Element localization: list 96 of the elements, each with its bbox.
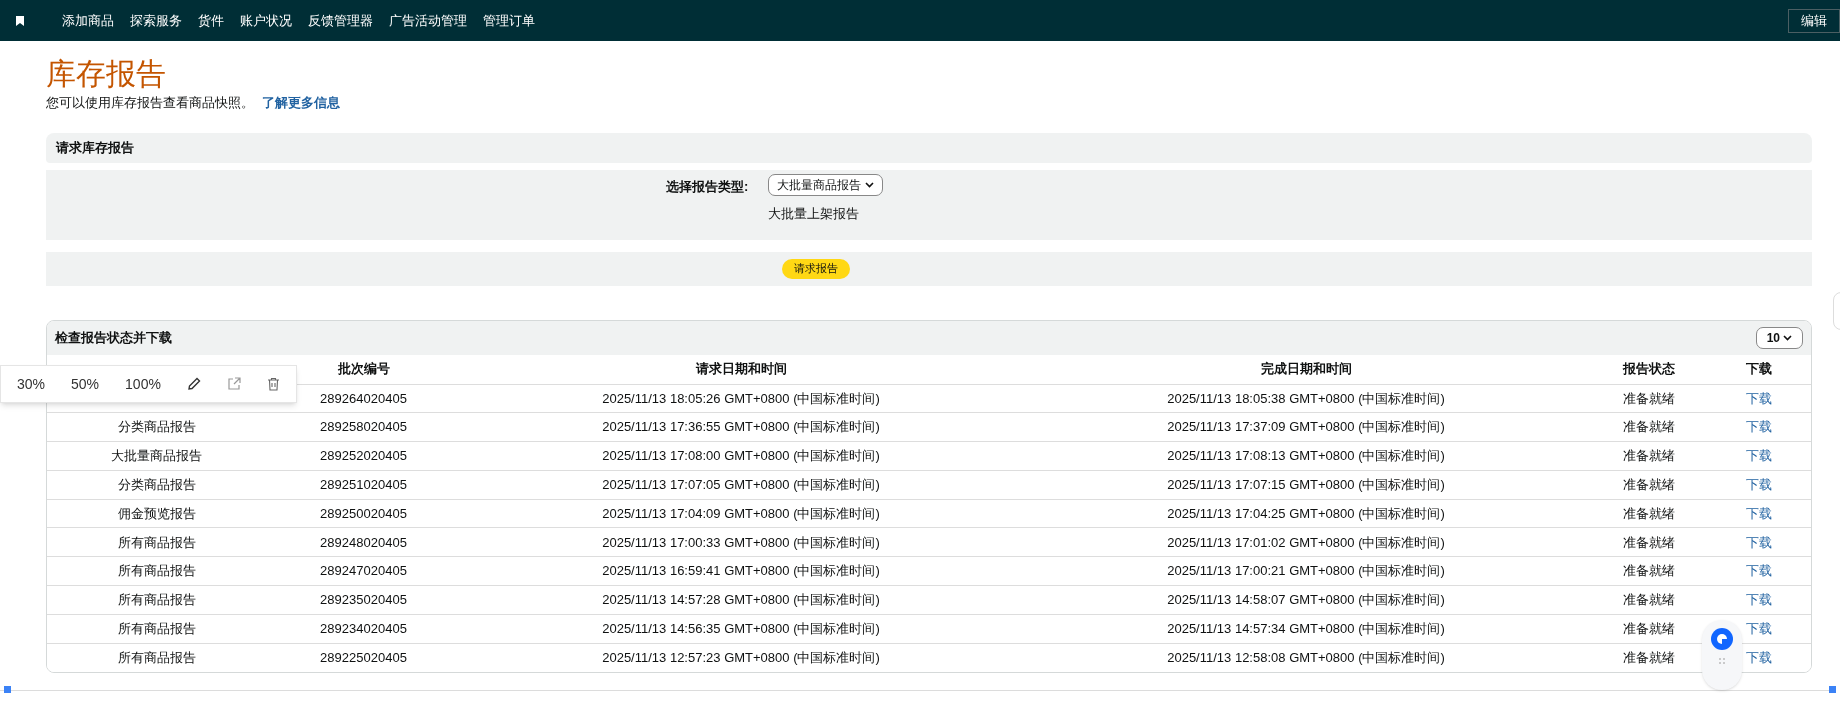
column-header: 报告状态 xyxy=(1621,360,1676,379)
download-link[interactable]: 下载 xyxy=(1745,390,1772,406)
nav-link[interactable]: 账户状况 xyxy=(240,10,292,31)
table-cell: 所有商品报告 xyxy=(117,534,196,550)
nav-link[interactable]: 广告活动管理 xyxy=(389,10,467,31)
drag-handle-icon[interactable] xyxy=(1719,658,1725,664)
table-cell: 准备就绪 xyxy=(1622,592,1675,608)
table-cell: 准备就绪 xyxy=(1622,448,1675,464)
table-cell: 2025/11/13 12:58:08 GMT+0800 (中国标准时间) xyxy=(1167,650,1445,666)
section-header: 检查报告状态并下载 xyxy=(55,328,172,347)
table-cell: 准备就绪 xyxy=(1622,477,1675,493)
table-cell: 289258020405 xyxy=(320,419,407,435)
selection-handle[interactable] xyxy=(1829,686,1836,693)
download-link[interactable]: 下载 xyxy=(1745,621,1772,636)
table-cell: 2025/11/13 12:57:23 GMT+0800 (中国标准时间) xyxy=(602,650,880,666)
table-cell: 准备就绪 xyxy=(1622,505,1675,521)
table-cell: 2025/11/13 17:08:00 GMT+0800 (中国标准时间) xyxy=(602,448,880,464)
section-header: 请求库存报告 xyxy=(46,132,1812,163)
table-cell: 所有商品报告 xyxy=(117,621,196,636)
zoom-level-option[interactable]: 30% xyxy=(17,373,46,395)
table-cell: 2025/11/13 17:04:25 GMT+0800 (中国标准时间) xyxy=(1167,505,1445,521)
table-cell: 289251020405 xyxy=(320,477,407,493)
chevron-down-icon xyxy=(865,181,875,188)
table-cell: 289264020405 xyxy=(320,390,407,406)
table-cell: 289225020405 xyxy=(320,650,407,666)
chat-icon xyxy=(1711,628,1733,650)
report-type-select[interactable]: 大批量商品报告 xyxy=(768,173,884,196)
download-link[interactable]: 下载 xyxy=(1745,505,1772,521)
table-cell: 2025/11/13 17:08:13 GMT+0800 (中国标准时间) xyxy=(1167,448,1445,464)
table-cell: 所有商品报告 xyxy=(117,563,196,579)
table-cell: 2025/11/13 17:07:05 GMT+0800 (中国标准时间) xyxy=(602,477,880,493)
table-cell: 2025/11/13 17:36:55 GMT+0800 (中国标准时间) xyxy=(602,419,880,435)
table-cell: 2025/11/13 17:00:33 GMT+0800 (中国标准时间) xyxy=(602,534,880,550)
edit-button[interactable]: 编辑 xyxy=(1788,8,1840,33)
table-cell: 2025/11/13 17:00:21 GMT+0800 (中国标准时间) xyxy=(1167,563,1445,579)
column-header: 批次编号 xyxy=(336,360,391,379)
table-cell: 准备就绪 xyxy=(1622,390,1675,406)
nav-link[interactable]: 反馈管理器 xyxy=(308,10,373,31)
table-cell: 2025/11/13 14:57:28 GMT+0800 (中国标准时间) xyxy=(602,592,880,608)
table-cell: 准备就绪 xyxy=(1622,650,1675,666)
download-link[interactable]: 下载 xyxy=(1745,477,1772,493)
table-cell: 289235020405 xyxy=(320,592,407,608)
table-cell: 2025/11/13 17:01:02 GMT+0800 (中国标准时间) xyxy=(1167,534,1445,550)
page-size-select[interactable]: 10 xyxy=(1755,326,1803,349)
nav-link[interactable]: 管理订单 xyxy=(483,10,535,31)
table-cell: 准备就绪 xyxy=(1622,621,1675,636)
field-label: 选择报告类型: xyxy=(666,177,749,196)
report-type-description: 大批量上架报告 xyxy=(768,204,861,223)
column-header: 完成日期和时间 xyxy=(1259,360,1353,379)
request-report-button[interactable]: 请求报告 xyxy=(782,258,850,279)
table-cell: 289234020405 xyxy=(320,621,407,636)
trash-icon[interactable] xyxy=(266,377,280,391)
floating-widget[interactable] xyxy=(1702,620,1742,690)
table-cell: 2025/11/13 18:05:38 GMT+0800 (中国标准时间) xyxy=(1167,390,1445,406)
table-cell: 289248020405 xyxy=(320,534,407,550)
download-link[interactable]: 下载 xyxy=(1745,563,1772,579)
download-link[interactable]: 下载 xyxy=(1745,534,1772,550)
download-link[interactable]: 下载 xyxy=(1745,419,1772,435)
edit-icon[interactable] xyxy=(186,377,201,391)
column-header: 请求日期和时间 xyxy=(694,360,788,379)
table-cell: 准备就绪 xyxy=(1622,534,1675,550)
table-cell: 289250020405 xyxy=(320,505,407,521)
table-cell: 2025/11/13 14:57:34 GMT+0800 (中国标准时间) xyxy=(1167,621,1445,636)
table-cell: 2025/11/13 18:05:26 GMT+0800 (中国标准时间) xyxy=(602,390,880,406)
zoom-level-option[interactable]: 50% xyxy=(71,373,100,395)
table-cell: 所有商品报告 xyxy=(117,592,196,608)
external-link-icon[interactable] xyxy=(226,377,241,391)
learn-more-link[interactable]: 了解更多信息 xyxy=(262,93,340,113)
table-cell: 2025/11/13 17:37:09 GMT+0800 (中国标准时间) xyxy=(1167,419,1445,435)
table-cell: 所有商品报告 xyxy=(117,650,196,666)
bookmark-icon[interactable] xyxy=(16,15,24,26)
page-description: 您可以使用库存报告查看商品快照。 xyxy=(46,94,254,112)
download-link[interactable]: 下载 xyxy=(1745,650,1772,666)
table-cell: 分类商品报告 xyxy=(117,477,196,493)
table-cell: 准备就绪 xyxy=(1622,563,1675,579)
chevron-down-icon xyxy=(1783,334,1792,341)
download-link[interactable]: 下载 xyxy=(1745,448,1772,464)
table-cell: 2025/11/13 16:59:41 GMT+0800 (中国标准时间) xyxy=(602,563,880,579)
table-cell: 大批量商品报告 xyxy=(111,448,202,464)
table-cell: 2025/11/13 17:07:15 GMT+0800 (中国标准时间) xyxy=(1167,477,1445,493)
table-cell: 2025/11/13 17:04:09 GMT+0800 (中国标准时间) xyxy=(602,505,880,521)
nav-link[interactable]: 探索服务 xyxy=(130,10,182,31)
table-cell: 准备就绪 xyxy=(1622,419,1675,435)
table-cell: 2025/11/13 14:58:07 GMT+0800 (中国标准时间) xyxy=(1167,592,1445,608)
table-cell: 2025/11/13 14:56:35 GMT+0800 (中国标准时间) xyxy=(602,621,880,636)
selection-handle[interactable] xyxy=(4,686,11,693)
table-cell: 289252020405 xyxy=(320,448,407,464)
table-cell: 289247020405 xyxy=(320,563,407,579)
nav-link[interactable]: 添加商品 xyxy=(62,10,114,31)
zoom-level-option[interactable]: 100% xyxy=(125,373,161,395)
download-link[interactable]: 下载 xyxy=(1745,592,1772,608)
table-cell: 分类商品报告 xyxy=(117,419,196,435)
nav-link[interactable]: 货件 xyxy=(198,10,224,31)
column-header: 下载 xyxy=(1744,360,1773,379)
page-title: 库存报告 xyxy=(46,56,167,92)
table-cell: 佣金预览报告 xyxy=(117,505,196,521)
